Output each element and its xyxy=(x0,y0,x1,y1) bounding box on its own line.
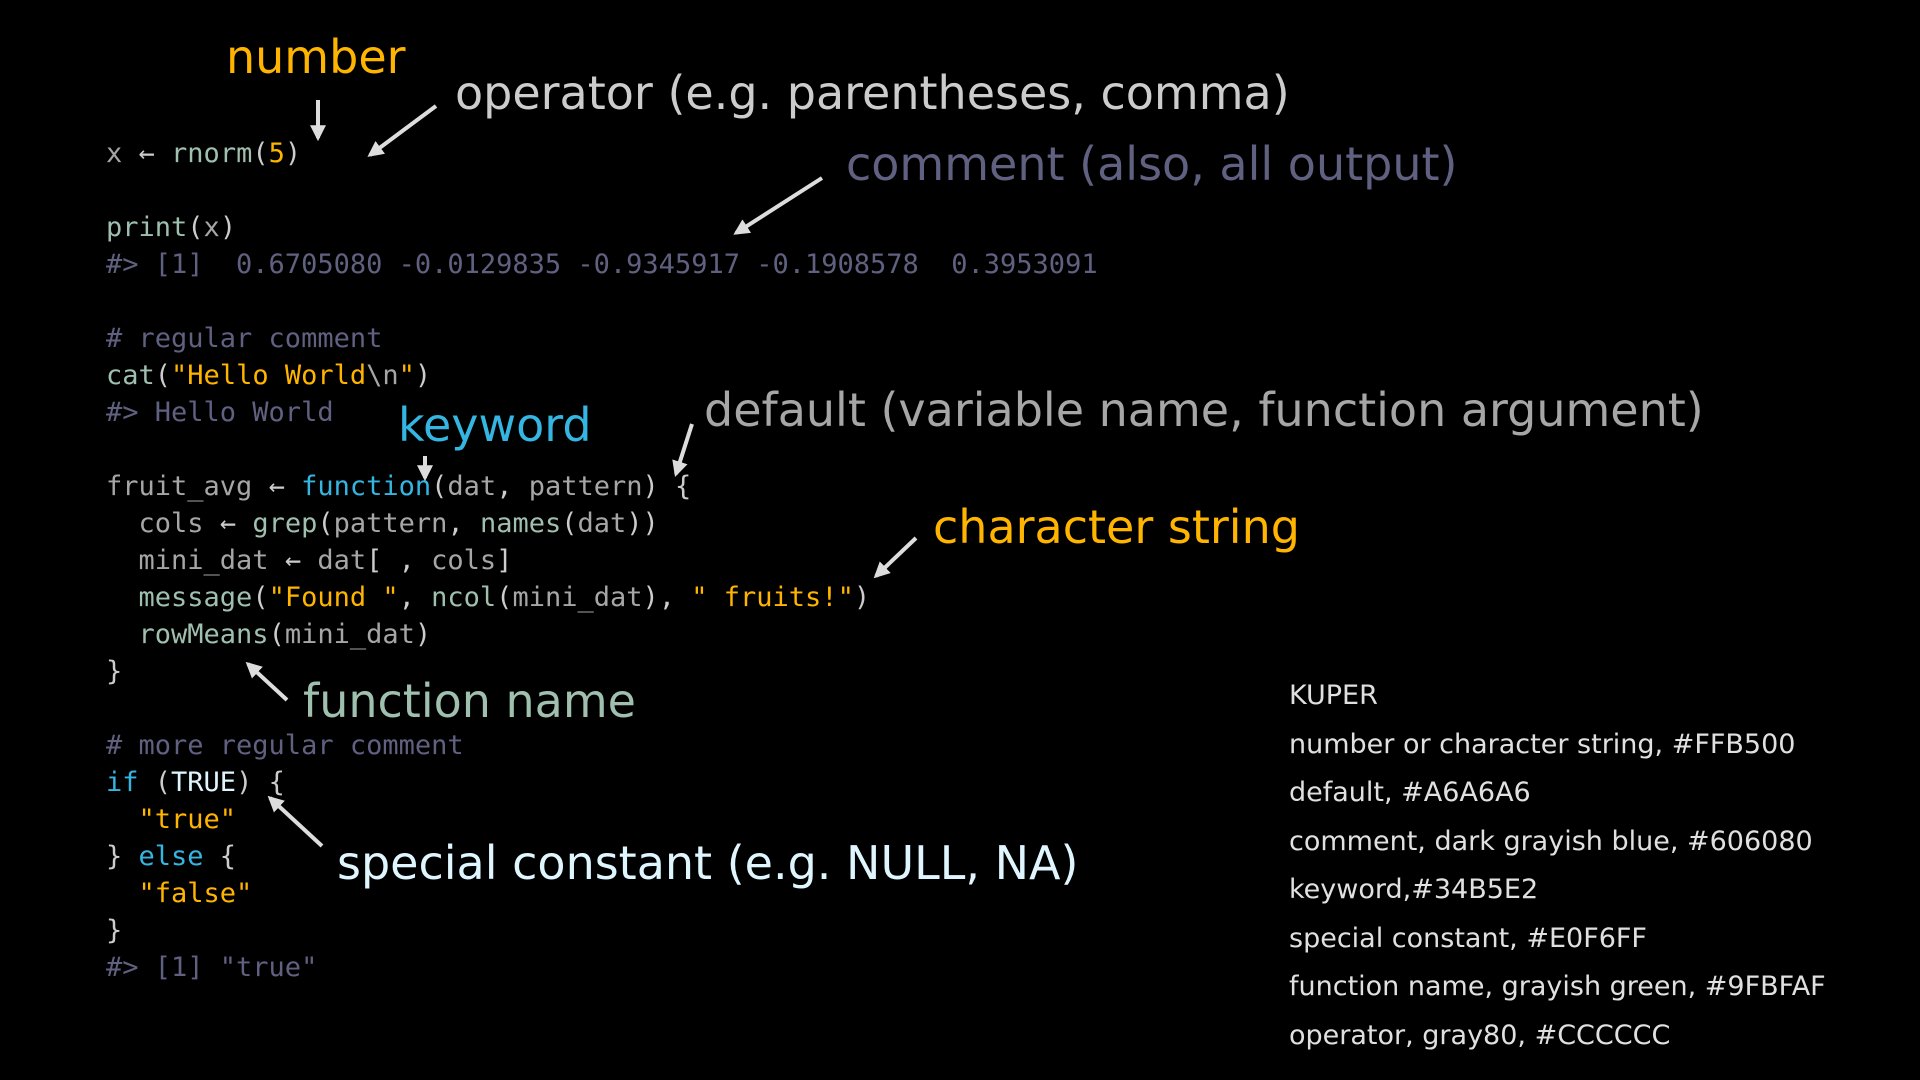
function-name-arrow xyxy=(245,661,289,702)
legend-item-operator: operator, gray80, #CCCCCC xyxy=(1289,1019,1671,1051)
default-annotation: default (variable name, function argumen… xyxy=(704,383,1704,437)
special-constant-arrow xyxy=(267,795,324,848)
legend-title: KUPER xyxy=(1289,680,1378,711)
legend-item-function-name: function name, grayish green, #9FBFAF xyxy=(1289,971,1826,1002)
legend-item-number-string: number or character string, #FFB500 xyxy=(1289,728,1796,760)
number-annotation: number xyxy=(226,30,406,84)
legend-item-keyword: keyword,#34B5E2 xyxy=(1289,874,1539,905)
operator-arrow xyxy=(367,104,438,157)
legend-item-special-constant: special constant, #E0F6FF xyxy=(1289,922,1647,954)
character-string-annotation: character string xyxy=(933,500,1300,554)
comment-annotation: comment (also, all output) xyxy=(846,137,1458,191)
keyword-annotation: keyword xyxy=(398,398,592,452)
special-constant-annotation: special constant (e.g. NULL, NA) xyxy=(337,836,1079,890)
legend-item-default: default, #A6A6A6 xyxy=(1289,777,1531,808)
function-name-annotation: function name xyxy=(303,674,636,728)
color-legend: KUPER number or character string, #FFB50… xyxy=(1289,672,1826,1060)
legend-item-comment: comment, dark grayish blue, #606080 xyxy=(1289,825,1813,857)
default-arrow xyxy=(672,423,694,478)
character-string-arrow xyxy=(873,536,918,579)
comment-arrow xyxy=(733,176,824,235)
operator-annotation: operator (e.g. parentheses, comma) xyxy=(455,66,1290,120)
